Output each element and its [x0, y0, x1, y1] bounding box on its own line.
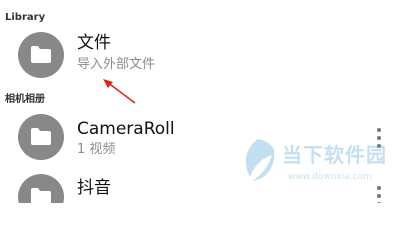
watermark-logo-icon: [245, 139, 275, 181]
folder-icon: [18, 174, 64, 203]
library-item-subtitle: 导入外部文件: [77, 57, 156, 72]
album-item-title: CameraRoll: [77, 119, 175, 139]
albums-section-header: 相机相册: [5, 94, 45, 105]
folder-icon: [18, 32, 64, 78]
library-item-files[interactable]: 文件 导入外部文件: [0, 32, 400, 98]
library-section-header: Library: [5, 12, 46, 23]
watermark-url: www.downxia.com: [288, 172, 372, 182]
watermark-title: 当下软件园: [282, 143, 387, 167]
folder-icon: [18, 114, 64, 160]
album-item-subtitle: 1 视频: [77, 142, 116, 157]
album-item-title: 抖音: [77, 178, 111, 198]
media-library-screen: Library 文件 导入外部文件 相机相册 CameraRoll 1 视频 抖…: [0, 0, 400, 203]
library-item-title: 文件: [77, 33, 111, 53]
watermark: 当下软件园 www.downxia.com: [238, 133, 398, 193]
